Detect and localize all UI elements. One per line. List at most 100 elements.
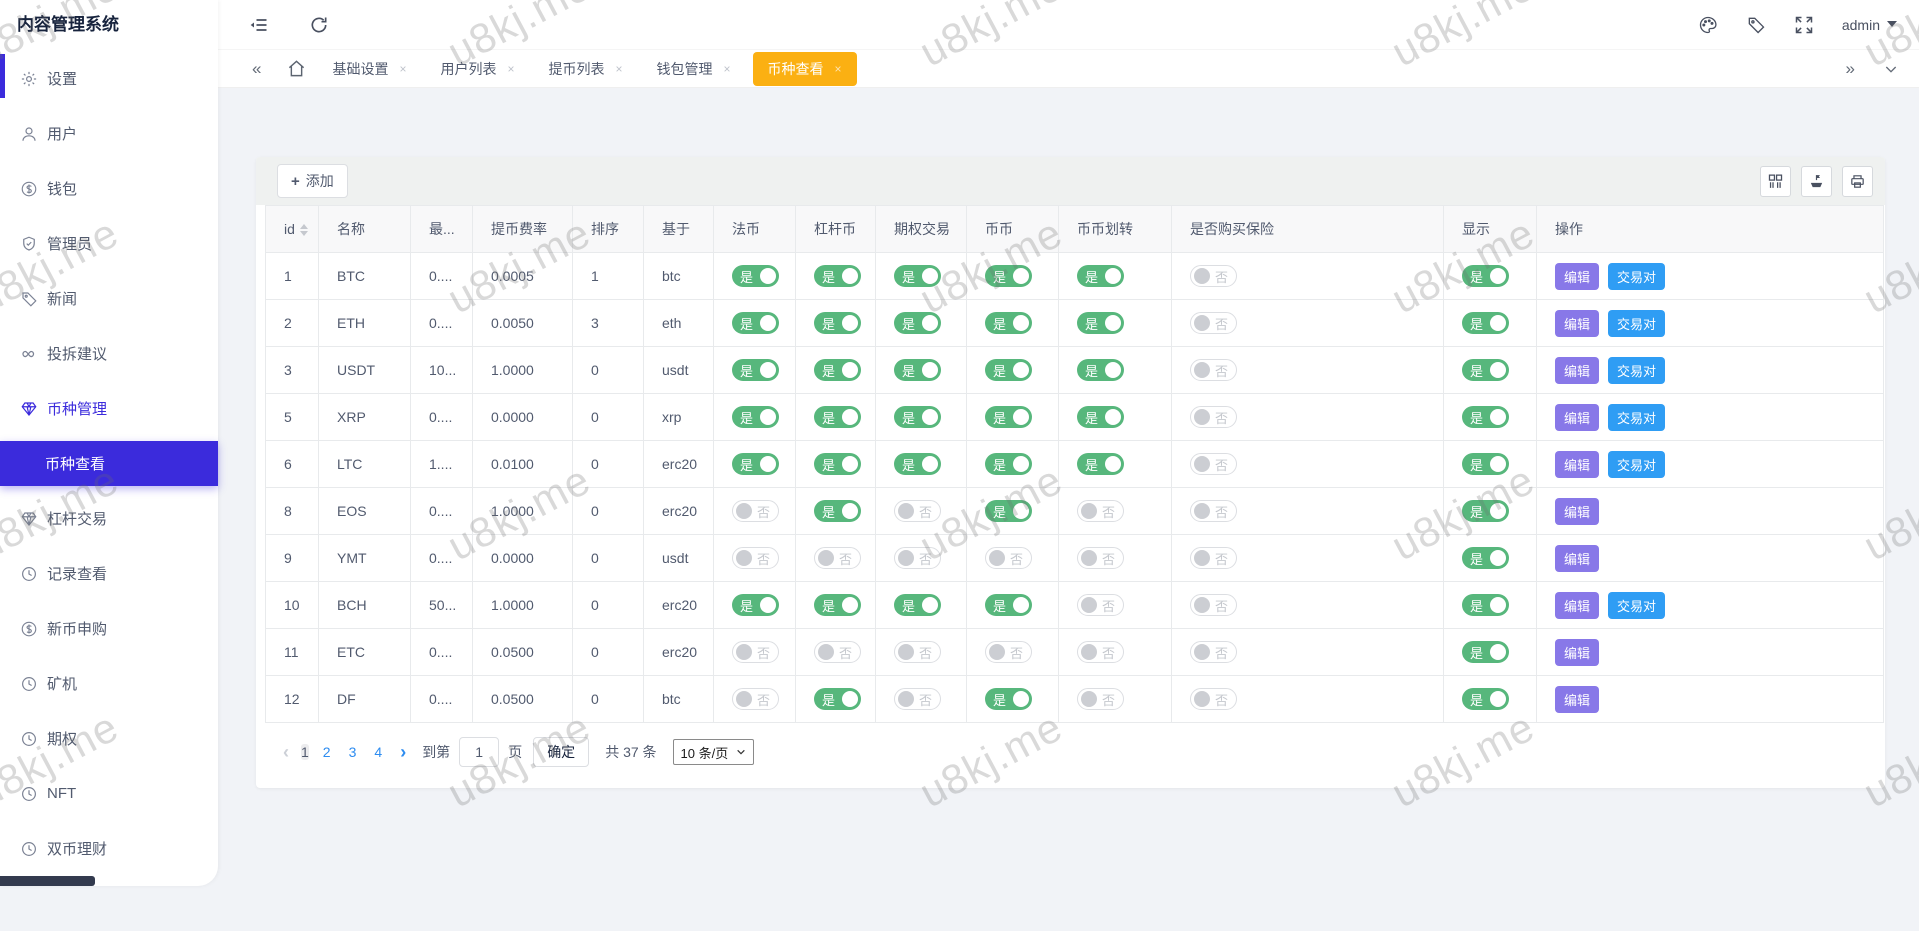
display-toggle[interactable]: 是 — [1462, 453, 1509, 475]
tab-options-icon[interactable] — [1883, 61, 1899, 77]
insurance-toggle[interactable]: 否 — [1190, 641, 1237, 663]
scroll-tabs-right-icon[interactable]: » — [1846, 59, 1856, 79]
refresh-icon[interactable] — [309, 15, 329, 35]
scroll-tabs-left-icon[interactable]: « — [252, 59, 262, 79]
tab-1[interactable]: 用户列表 × — [428, 53, 526, 85]
pairs-button[interactable]: 交易对 — [1608, 591, 1666, 619]
close-tab-icon[interactable]: × — [507, 62, 514, 76]
tab-2[interactable]: 提币列表 × — [537, 53, 635, 85]
sidebar-item-3[interactable]: 管理员 — [0, 216, 218, 271]
prev-page-icon[interactable]: ‹ — [283, 742, 289, 763]
pairs-button[interactable]: 交易对 — [1608, 450, 1666, 478]
option-toggle[interactable]: 否 — [894, 641, 941, 663]
option-toggle[interactable]: 否 — [894, 547, 941, 569]
lever-toggle[interactable]: 是 — [814, 265, 861, 287]
fiat-toggle[interactable]: 否 — [732, 547, 779, 569]
coin-toggle[interactable]: 否 — [985, 641, 1032, 663]
pairs-button[interactable]: 交易对 — [1608, 309, 1666, 337]
fiat-toggle[interactable]: 是 — [732, 453, 779, 475]
edit-button[interactable]: 编辑 — [1555, 638, 1600, 666]
display-toggle[interactable]: 是 — [1462, 641, 1509, 663]
display-toggle[interactable]: 是 — [1462, 359, 1509, 381]
fiat-toggle[interactable]: 否 — [732, 500, 779, 522]
transfer-toggle[interactable]: 否 — [1077, 547, 1124, 569]
sidebar-item-8[interactable]: 杠杆交易 — [0, 491, 218, 546]
page-size-select[interactable]: 10 条/页 — [672, 739, 755, 765]
transfer-toggle[interactable]: 否 — [1077, 594, 1124, 616]
sidebar-item-11[interactable]: 矿机 — [0, 656, 218, 711]
transfer-toggle[interactable]: 否 — [1077, 500, 1124, 522]
home-icon[interactable] — [287, 59, 306, 78]
sidebar-item-4[interactable]: 新闻 — [0, 271, 218, 326]
coin-toggle[interactable]: 是 — [985, 406, 1032, 428]
option-toggle[interactable]: 否 — [894, 500, 941, 522]
user-menu[interactable]: admin — [1842, 17, 1897, 33]
insurance-toggle[interactable]: 否 — [1190, 265, 1237, 287]
edit-button[interactable]: 编辑 — [1555, 309, 1600, 337]
lever-toggle[interactable]: 是 — [814, 359, 861, 381]
sidebar-item-0[interactable]: 设置 — [0, 51, 218, 106]
page-number-3[interactable]: 3 — [349, 744, 357, 760]
edit-button[interactable]: 编辑 — [1555, 262, 1600, 290]
coin-toggle[interactable]: 否 — [985, 547, 1032, 569]
close-tab-icon[interactable]: × — [724, 62, 731, 76]
insurance-toggle[interactable]: 否 — [1190, 547, 1237, 569]
palette-icon[interactable] — [1698, 15, 1718, 35]
goto-confirm-button[interactable]: 确定 — [533, 737, 590, 767]
sidebar-item-7[interactable]: 币种查看 — [0, 441, 218, 486]
collapse-menu-icon[interactable] — [249, 15, 269, 35]
page-number-2[interactable]: 2 — [323, 744, 331, 760]
edit-button[interactable]: 编辑 — [1555, 685, 1600, 713]
columns-button[interactable] — [1760, 165, 1791, 197]
display-toggle[interactable]: 是 — [1462, 688, 1509, 710]
insurance-toggle[interactable]: 否 — [1190, 500, 1237, 522]
export-button[interactable] — [1801, 165, 1832, 197]
edit-button[interactable]: 编辑 — [1555, 544, 1600, 572]
pairs-button[interactable]: 交易对 — [1608, 262, 1666, 290]
transfer-toggle[interactable]: 是 — [1077, 359, 1124, 381]
coin-toggle[interactable]: 是 — [985, 594, 1032, 616]
lever-toggle[interactable]: 否 — [814, 547, 861, 569]
coin-toggle[interactable]: 是 — [985, 265, 1032, 287]
option-toggle[interactable]: 是 — [894, 594, 941, 616]
close-tab-icon[interactable]: × — [835, 62, 842, 76]
tag-icon[interactable] — [1746, 15, 1766, 35]
coin-toggle[interactable]: 是 — [985, 453, 1032, 475]
display-toggle[interactable]: 是 — [1462, 265, 1509, 287]
insurance-toggle[interactable]: 否 — [1190, 312, 1237, 334]
insurance-toggle[interactable]: 否 — [1190, 406, 1237, 428]
option-toggle[interactable]: 是 — [894, 406, 941, 428]
lever-toggle[interactable]: 是 — [814, 500, 861, 522]
option-toggle[interactable]: 是 — [894, 359, 941, 381]
sidebar-item-13[interactable]: NFT — [0, 766, 218, 821]
option-toggle[interactable]: 是 — [894, 265, 941, 287]
transfer-toggle[interactable]: 是 — [1077, 265, 1124, 287]
edit-button[interactable]: 编辑 — [1555, 403, 1600, 431]
col-header-id[interactable]: id — [265, 205, 319, 253]
fiat-toggle[interactable]: 是 — [732, 265, 779, 287]
fullscreen-icon[interactable] — [1794, 15, 1814, 35]
coin-toggle[interactable]: 是 — [985, 312, 1032, 334]
display-toggle[interactable]: 是 — [1462, 547, 1509, 569]
fiat-toggle[interactable]: 是 — [732, 312, 779, 334]
lever-toggle[interactable]: 是 — [814, 312, 861, 334]
option-toggle[interactable]: 是 — [894, 312, 941, 334]
page-number-4[interactable]: 4 — [374, 744, 382, 760]
lever-toggle[interactable]: 否 — [814, 641, 861, 663]
lever-toggle[interactable]: 是 — [814, 406, 861, 428]
fiat-toggle[interactable]: 否 — [732, 641, 779, 663]
lever-toggle[interactable]: 是 — [814, 688, 861, 710]
goto-page-input[interactable] — [459, 737, 500, 767]
pairs-button[interactable]: 交易对 — [1608, 356, 1666, 384]
coin-toggle[interactable]: 是 — [985, 500, 1032, 522]
display-toggle[interactable]: 是 — [1462, 312, 1509, 334]
coin-toggle[interactable]: 是 — [985, 688, 1032, 710]
lever-toggle[interactable]: 是 — [814, 594, 861, 616]
sidebar-item-12[interactable]: 期权 — [0, 711, 218, 766]
close-tab-icon[interactable]: × — [616, 62, 623, 76]
coin-toggle[interactable]: 是 — [985, 359, 1032, 381]
tab-4[interactable]: 币种查看 × — [752, 51, 857, 86]
next-page-icon[interactable]: › — [400, 742, 406, 763]
insurance-toggle[interactable]: 否 — [1190, 594, 1237, 616]
display-toggle[interactable]: 是 — [1462, 500, 1509, 522]
